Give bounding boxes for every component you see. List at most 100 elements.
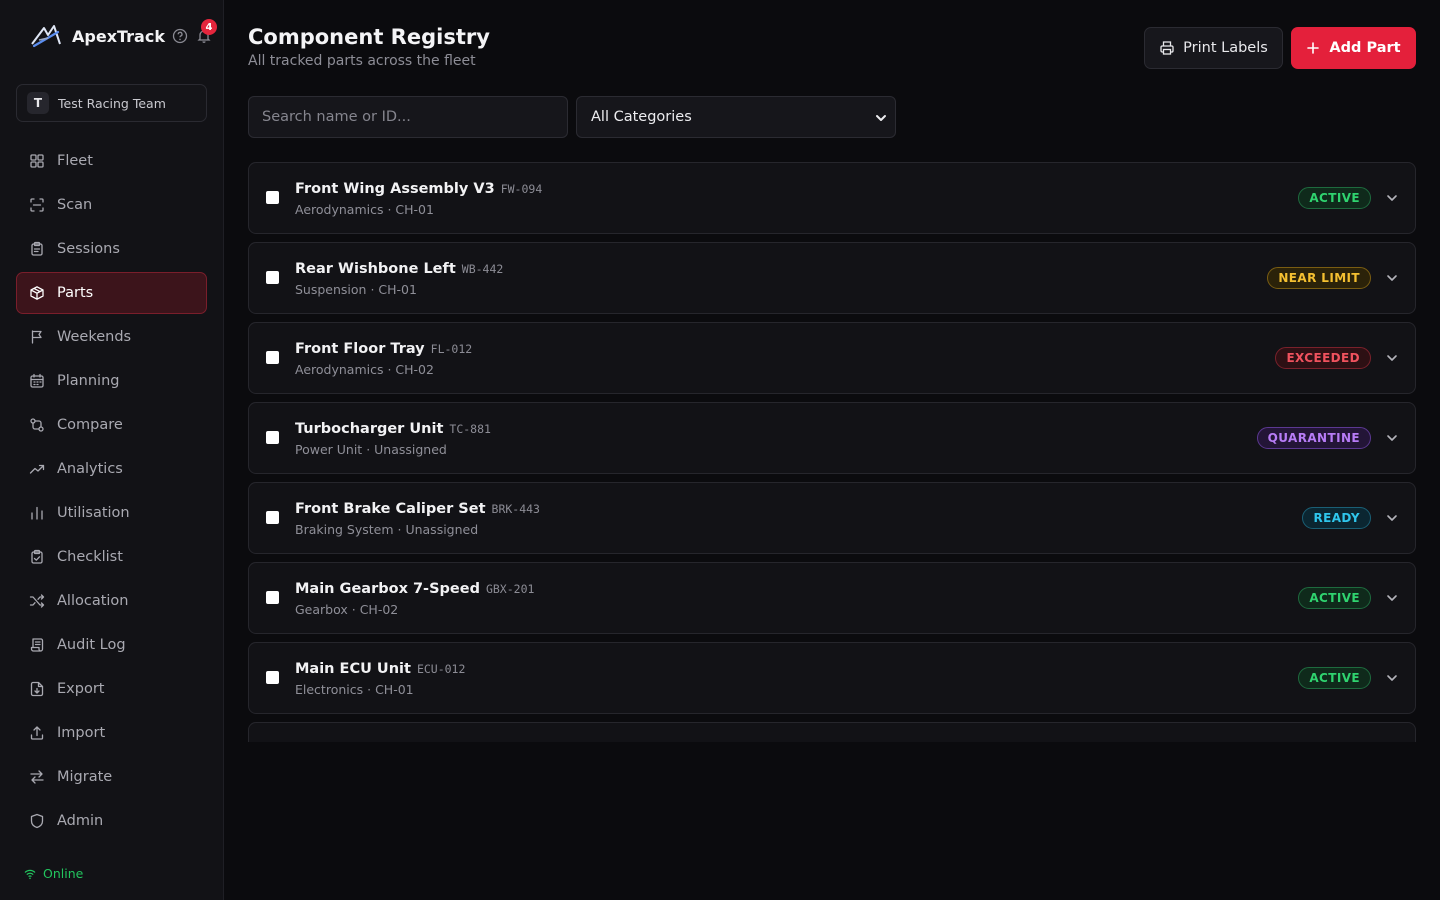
sidebar-item-label: Import xyxy=(57,725,106,741)
part-chassis: CH-01 xyxy=(378,282,417,297)
sidebar-item-utilisation[interactable]: Utilisation xyxy=(16,492,207,534)
sidebar-item-import[interactable]: Import xyxy=(16,712,207,754)
chevron-down-icon[interactable] xyxy=(1386,272,1398,284)
row-checkbox[interactable] xyxy=(266,591,279,604)
category-selected: All Categories xyxy=(591,109,692,125)
sidebar-item-weekends[interactable]: Weekends xyxy=(16,316,207,358)
part-name-text: Rear Wishbone Left xyxy=(295,261,456,277)
sidebar-item-migrate[interactable]: Migrate xyxy=(16,756,207,798)
sidebar-item-allocation[interactable]: Allocation xyxy=(16,580,207,622)
part-name: Rear Wishbone Left WB-442 xyxy=(295,261,503,277)
part-meta: Power Unit · Unassigned xyxy=(295,442,447,457)
meta-separator: · xyxy=(393,522,406,537)
part-row-partial xyxy=(248,722,1416,742)
part-name-text: Main ECU Unit xyxy=(295,661,411,677)
meta-separator: · xyxy=(362,442,375,457)
row-checkbox[interactable] xyxy=(266,511,279,524)
part-name: Turbocharger Unit TC-881 xyxy=(295,421,491,437)
part-category: Power Unit xyxy=(295,442,363,457)
sidebar-item-scan[interactable]: Scan xyxy=(16,184,207,226)
part-category: Braking System xyxy=(295,522,394,537)
chevron-down-icon[interactable] xyxy=(1386,432,1398,444)
sidebar-item-fleet[interactable]: Fleet xyxy=(16,140,207,182)
sidebar-item-label: Weekends xyxy=(57,329,132,345)
part-category: Aerodynamics xyxy=(295,362,384,377)
clipboard-icon xyxy=(31,241,43,256)
row-checkbox[interactable] xyxy=(266,351,279,364)
help-icon[interactable] xyxy=(172,28,188,44)
status-badge: READY xyxy=(1302,507,1371,529)
calendar-icon xyxy=(30,373,44,388)
print-labels-label: Print Labels xyxy=(1183,40,1268,56)
meta-separator: · xyxy=(383,202,396,217)
part-row[interactable]: Turbocharger Unit TC-881 Power Unit · Unas… xyxy=(248,402,1416,474)
sidebar-item-audit-log[interactable]: Audit Log xyxy=(16,624,207,666)
part-name: Front Wing Assembly V3 FW-094 xyxy=(295,181,542,197)
part-category: Electronics xyxy=(295,682,364,697)
compare-icon xyxy=(30,418,44,432)
part-row[interactable]: Main ECU Unit ECU-012 Electronics · CH-01 A… xyxy=(248,642,1416,714)
part-meta: Aerodynamics · CH-01 xyxy=(295,202,434,217)
part-meta: Braking System · Unassigned xyxy=(295,522,478,537)
sidebar-item-export[interactable]: Export xyxy=(16,668,207,710)
page-title: Component Registry xyxy=(248,25,490,49)
chevron-down-icon[interactable] xyxy=(1386,192,1398,204)
brand: ApexTrack 4 xyxy=(30,19,217,50)
sidebar-item-label: Allocation xyxy=(57,593,129,609)
row-checkbox[interactable] xyxy=(266,671,279,684)
chevron-down-icon xyxy=(876,115,886,121)
row-checkbox[interactable] xyxy=(266,431,279,444)
sidebar-item-label: Migrate xyxy=(57,769,113,785)
part-name-text: Turbocharger Unit xyxy=(295,421,444,437)
part-meta: Gearbox · CH-02 xyxy=(295,602,398,617)
print-labels-button[interactable]: Print Labels xyxy=(1144,27,1283,69)
sidebar-item-label: Admin xyxy=(57,813,104,829)
sidebar-nav: Fleet Scan Sessions Parts Weekends Planning Co… xyxy=(16,140,207,844)
category-select[interactable]: All Categories xyxy=(576,96,896,138)
part-row[interactable]: Main Gearbox 7-Speed GBX-201 Gearbox · CH-… xyxy=(248,562,1416,634)
chevron-down-icon[interactable] xyxy=(1386,592,1398,604)
parts-list: Front Wing Assembly V3 FW-094 Aerodynamics… xyxy=(248,162,1416,742)
app-name: ApexTrack xyxy=(72,26,165,46)
sidebar-item-sessions[interactable]: Sessions xyxy=(16,228,207,270)
sidebar-item-label: Export xyxy=(57,681,105,697)
clipboard-check-icon xyxy=(31,549,43,564)
row-checkbox[interactable] xyxy=(266,271,279,284)
part-row[interactable]: Front Wing Assembly V3 FW-094 Aerodynamics… xyxy=(248,162,1416,234)
team-selector[interactable]: T Test Racing Team xyxy=(16,84,207,122)
shuffle-icon xyxy=(29,594,45,608)
sidebar-item-admin[interactable]: Admin xyxy=(16,800,207,842)
part-meta: Electronics · CH-01 xyxy=(295,682,414,697)
part-name-text: Front Floor Tray xyxy=(295,341,425,357)
part-chassis: CH-02 xyxy=(395,362,434,377)
sidebar-item-planning[interactable]: Planning xyxy=(16,360,207,402)
part-row[interactable]: Front Brake Caliper Set BRK-443 Braking Sy… xyxy=(248,482,1416,554)
meta-separator: · xyxy=(363,682,376,697)
plus-icon xyxy=(1307,42,1320,54)
sidebar-item-compare[interactable]: Compare xyxy=(16,404,207,446)
chevron-down-icon[interactable] xyxy=(1386,512,1398,524)
sidebar-item-analytics[interactable]: Analytics xyxy=(16,448,207,490)
part-row[interactable]: Front Floor Tray FL-012 Aerodynamics · CH-… xyxy=(248,322,1416,394)
part-code: FL-012 xyxy=(430,342,473,356)
status-badge: ACTIVE xyxy=(1298,187,1371,209)
part-meta: Aerodynamics · CH-02 xyxy=(295,362,434,377)
file-export-icon xyxy=(30,681,44,697)
part-name-text: Main Gearbox 7-Speed xyxy=(295,581,480,597)
add-part-label: Add Part xyxy=(1329,40,1401,56)
sidebar: ApexTrack 4 T Test Racing Team Fleet Scan… xyxy=(0,0,224,900)
connection-status: Online xyxy=(24,866,83,881)
chevron-down-icon[interactable] xyxy=(1386,352,1398,364)
sidebar-item-parts[interactable]: Parts xyxy=(16,272,207,314)
status-badge: ACTIVE xyxy=(1298,587,1371,609)
search-input[interactable] xyxy=(248,96,568,138)
notifications-button[interactable]: 4 xyxy=(196,19,217,44)
chevron-down-icon[interactable] xyxy=(1386,672,1398,684)
part-row[interactable]: Rear Wishbone Left WB-442 Suspension · CH-… xyxy=(248,242,1416,314)
page-subtitle: All tracked parts across the fleet xyxy=(248,53,476,69)
row-checkbox[interactable] xyxy=(266,191,279,204)
add-part-button[interactable]: Add Part xyxy=(1291,27,1416,69)
sidebar-item-checklist[interactable]: Checklist xyxy=(16,536,207,578)
sidebar-item-label: Compare xyxy=(57,417,123,433)
part-name-text: Front Wing Assembly V3 xyxy=(295,181,495,197)
